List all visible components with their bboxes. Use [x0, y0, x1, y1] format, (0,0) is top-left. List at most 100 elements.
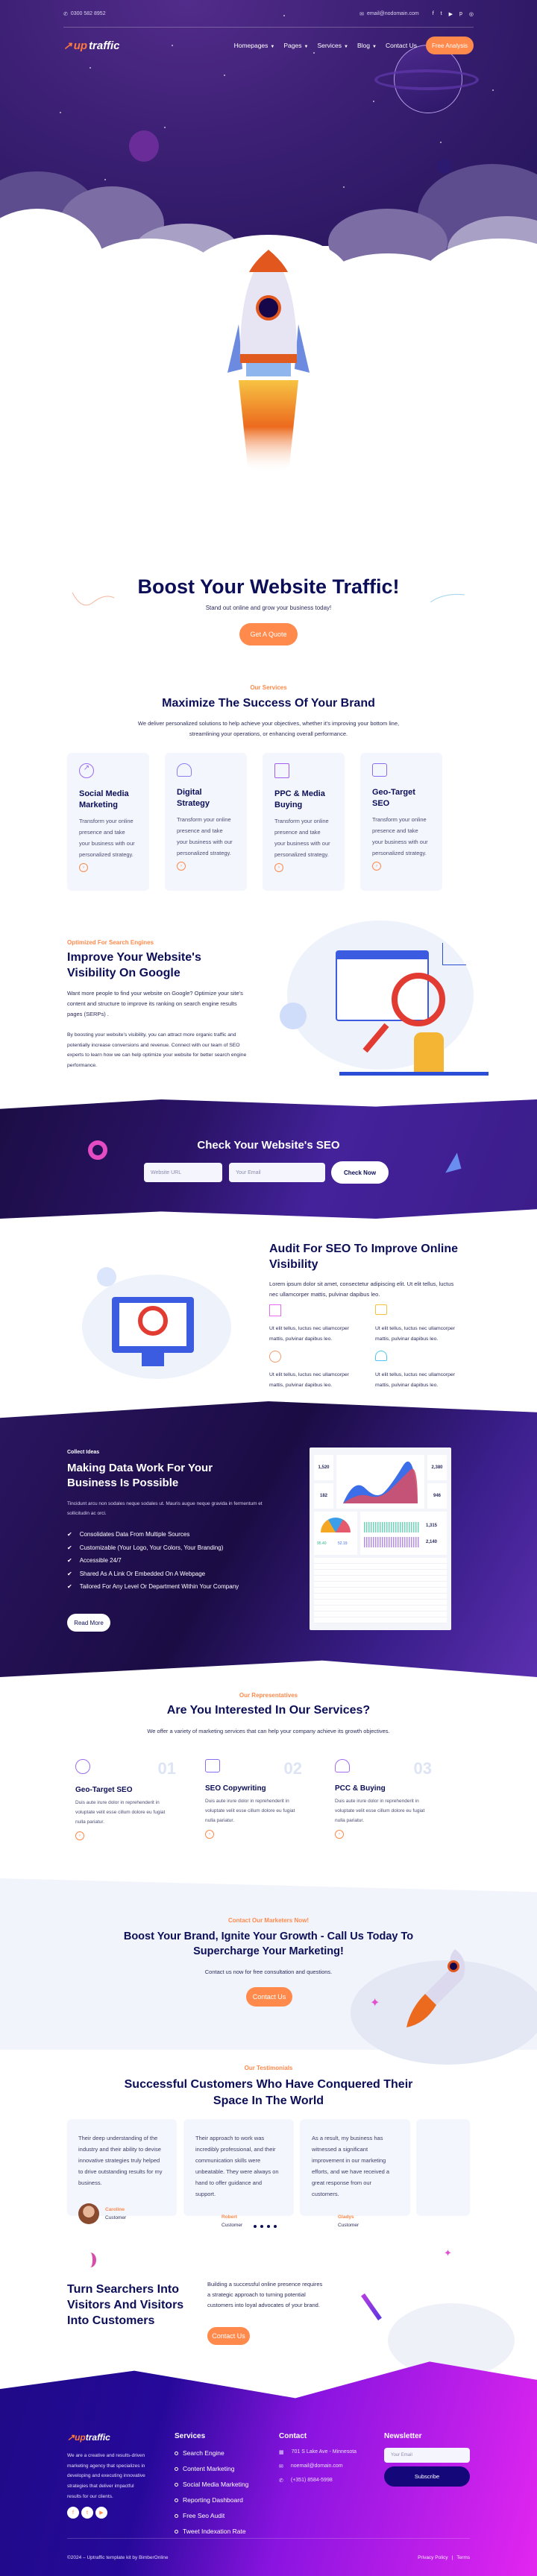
youtube-icon[interactable]: ▶ [449, 11, 453, 17]
service-number: 02 [283, 1759, 302, 1778]
topbar-email[interactable]: email@nodomain.com [367, 11, 419, 17]
testimonial-card: Their approach to work was incredibly pr… [183, 2119, 294, 2228]
footer-logo[interactable]: ↗uptraffic [67, 2432, 110, 2443]
arrow-right-icon[interactable]: › [205, 1830, 214, 1839]
chevron-down-icon: ▼ [270, 45, 275, 49]
audit-illustration [67, 1260, 246, 1386]
phone-icon: ✆ [63, 12, 68, 17]
arrow-right-icon[interactable]: › [75, 1831, 84, 1840]
mail-icon: ✉ [279, 2464, 283, 2469]
bar-widget: 1,315 2,140 [360, 1512, 447, 1555]
testimonial-quote: As a result, my business has witnessed a… [312, 2135, 390, 2197]
twitter-icon[interactable]: t [81, 2507, 93, 2519]
service-card-desc: Transform your online presence and take … [79, 817, 135, 858]
facebook-icon[interactable]: f [433, 11, 434, 17]
twitter-icon[interactable]: t [441, 11, 442, 17]
service-number: 01 [157, 1759, 176, 1778]
planet-small [129, 130, 159, 162]
testimonials-title: Successful Customers Who Have Conquered … [124, 2078, 413, 2107]
footer-link[interactable]: Reporting Dashboard [175, 2496, 248, 2504]
check-now-button[interactable]: Check Now [331, 1161, 389, 1184]
audit-chat-icon [375, 1304, 387, 1315]
service-card[interactable]: ↗ Social Media Marketing Transform your … [67, 753, 149, 891]
nav-pages[interactable]: Pages ▼ [283, 42, 308, 49]
sparkle-decor: ✦ [370, 1997, 380, 2010]
facebook-icon[interactable]: f [67, 2507, 79, 2519]
footer-link[interactable]: Tweet Indexation Rate [175, 2528, 248, 2535]
testimonial-name: Caroline [105, 2207, 125, 2212]
subscribe-button[interactable]: Subscribe [384, 2466, 470, 2487]
services-label: Our Services [250, 684, 287, 691]
footer-link[interactable]: Search Engine [175, 2449, 248, 2457]
pinterest-icon[interactable]: p [459, 11, 462, 17]
chevron-down-icon: ▼ [372, 45, 377, 49]
terms-link[interactable]: Terms [456, 2555, 470, 2560]
avatar [78, 2203, 99, 2224]
footer-link[interactable]: Social Media Marketing [175, 2481, 248, 2488]
nav-services[interactable]: Services ▼ [317, 42, 348, 49]
turn-description: Building a successful online presence re… [207, 2281, 323, 2308]
get-quote-button[interactable]: Get A Quote [239, 623, 298, 645]
website-url-input[interactable]: Website URL [144, 1163, 222, 1182]
youtube-icon[interactable]: ▶ [95, 2507, 107, 2519]
cloud-chart-icon [335, 1759, 350, 1772]
mail-icon: ✉ [359, 12, 364, 17]
bar-decor [361, 2293, 382, 2321]
topbar-phone[interactable]: 0300 582 8952 [71, 11, 106, 17]
read-more-button[interactable]: Read More [67, 1614, 110, 1632]
check-icon: ✔ [67, 1531, 72, 1538]
logo[interactable]: ↗ up traffic [63, 40, 119, 52]
topbar: ✆ 0300 582 8952 ✉ email@nodomain.com f t ▶ p… [63, 7, 474, 21]
service-card[interactable]: Geo-Target SEO Transform your online pre… [360, 753, 442, 891]
seo-chat-icon [205, 1759, 220, 1772]
service-card[interactable]: PPC & Media Buying Transform your online… [263, 753, 345, 891]
data-label: Collect Ideas [67, 1450, 100, 1455]
stat-value: 1,520 [314, 1455, 333, 1480]
nav-contact[interactable]: Contact Us [386, 42, 417, 49]
contact-us-button[interactable]: Contact Us [207, 2327, 250, 2345]
service-card-title: Social Media Marketing [79, 789, 129, 809]
privacy-policy-link[interactable]: Privacy Policy [418, 2555, 448, 2560]
service-card[interactable]: Digital Strategy Transform your online p… [165, 753, 247, 891]
email-input[interactable]: Your Email [229, 1163, 325, 1182]
seo-search-illustration [280, 921, 489, 1085]
check-icon: ✔ [67, 1583, 72, 1590]
newsletter-email-input[interactable]: Your Email [384, 2448, 470, 2463]
testimonial-card: Their deep understanding of the industry… [67, 2119, 177, 2224]
feature-item: ✔ Accessible 24/7 [67, 1557, 122, 1564]
arrow-right-icon[interactable]: › [177, 861, 186, 871]
arrow-right-icon[interactable]: › [274, 862, 283, 872]
service-item-desc: Duis aute irure dolor in reprehenderit i… [75, 1800, 166, 1825]
service-card-desc: Transform your online presence and take … [274, 817, 330, 858]
stat-value: 182 [314, 1483, 333, 1509]
rocket-illustration [406, 1949, 465, 2027]
free-analysis-button[interactable]: Free Analysis [426, 37, 474, 54]
footer-link[interactable]: Content Marketing [175, 2465, 248, 2472]
testimonial-role: Customer [105, 2215, 127, 2220]
stat-value: 2,380 [427, 1455, 447, 1480]
stat-value: 946 [427, 1483, 447, 1509]
services-description: We deliver personalized solutions to hel… [137, 720, 400, 738]
footer-services-title: Services [175, 2432, 206, 2440]
carousel-dots[interactable] [254, 2225, 277, 2228]
phone-icon: ✆ [279, 2478, 283, 2484]
footer-link[interactable]: Free Seo Audit [175, 2512, 248, 2519]
footer-email[interactable]: noemail@domain.com [291, 2463, 343, 2469]
services-title: Maximize The Success Of Your Brand [162, 697, 375, 710]
audit-item: Ut elit tellus, luctus nec ullamcorper m… [375, 1326, 455, 1342]
service-item: 01 Geo-Target SEO Duis aute irure dolor … [75, 1759, 176, 1840]
logo-arrow-icon: ↗ [63, 39, 72, 51]
nav-homepages[interactable]: Homepages ▼ [234, 42, 275, 49]
footer-phone[interactable]: (+351) 8584-5998 [291, 2478, 333, 2484]
dashboard-screenshot: 1,520 182 2,380 946 95.40 52.19 1,315 2,… [310, 1448, 451, 1630]
audit-board-icon [269, 1304, 281, 1316]
visibility-para-2: By boosting your website's visibility, y… [67, 1032, 247, 1068]
arrow-right-icon[interactable]: › [79, 862, 88, 872]
feature-item: ✔ Consolidates Data From Multiple Sources [67, 1531, 190, 1538]
contact-us-button[interactable]: Contact Us [246, 1987, 292, 2007]
arrow-right-icon[interactable]: › [372, 861, 381, 871]
service-item-title: SEO Copywriting [205, 1784, 266, 1793]
nav-blog[interactable]: Blog ▼ [357, 42, 377, 49]
instagram-icon[interactable]: ◎ [469, 11, 474, 17]
arrow-right-icon[interactable]: › [335, 1830, 344, 1839]
